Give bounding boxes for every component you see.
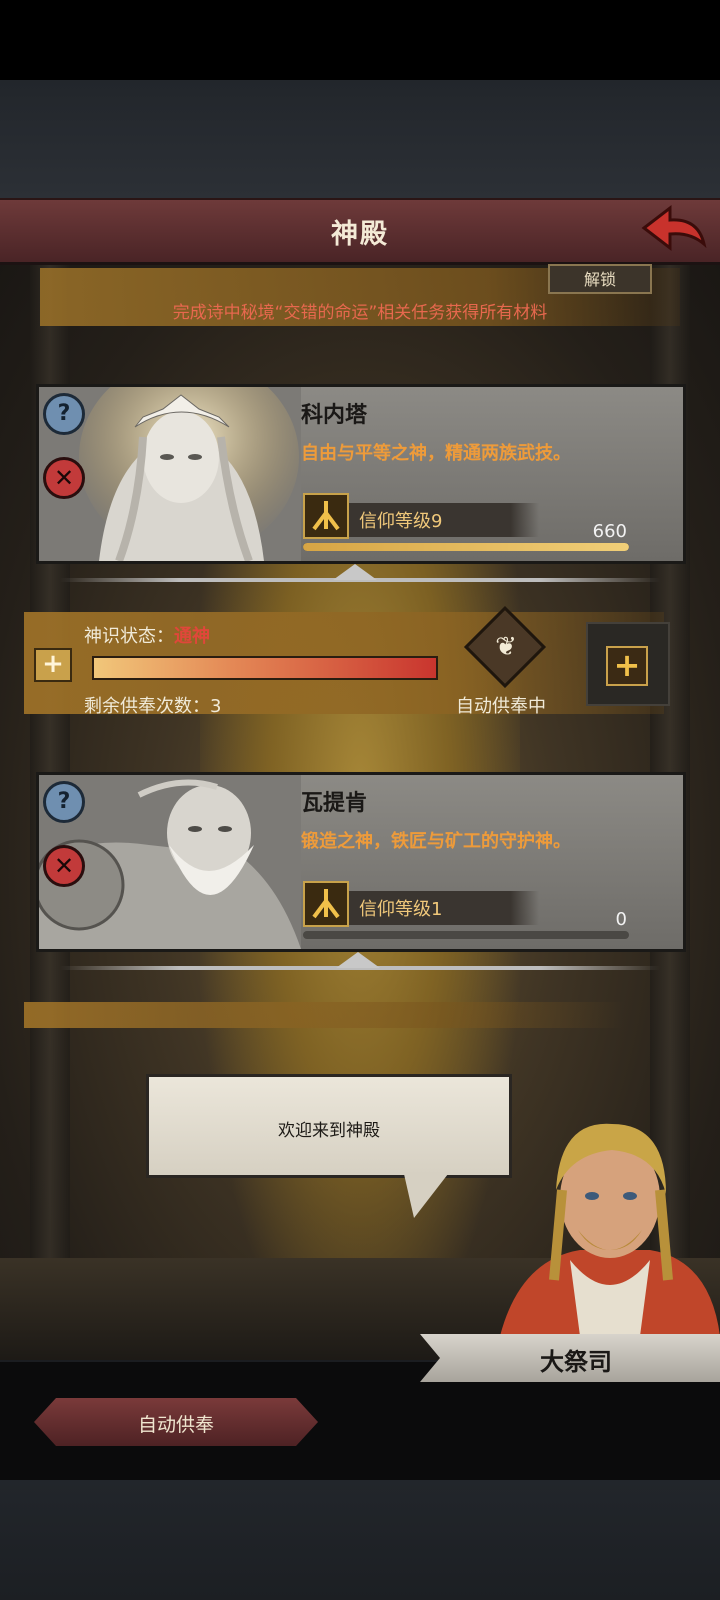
faith-points: 0 (615, 909, 627, 930)
back-arrow-icon (641, 204, 707, 252)
faith-points: 660 (592, 521, 627, 542)
divine-status-fill (94, 658, 436, 678)
divine-status-caption: 神识状态： (84, 626, 174, 647)
speech-bubble-tail (404, 1174, 448, 1218)
faith-progress-track (303, 543, 629, 551)
dialog-text: 欢迎来到神殿 (278, 1121, 380, 1141)
god-description: 自由与平等之神，精通两族武技。 (301, 443, 571, 464)
title-bar: 神殿 (0, 198, 720, 265)
add-offering-button[interactable]: + (606, 646, 648, 686)
close-icon: ✕ (53, 852, 75, 880)
priest-avatar-icon (500, 1123, 720, 1336)
offering-hands-icon: ❦ (495, 632, 517, 662)
speaker-name: 大祭司 (540, 1348, 612, 1376)
god-description: 锻造之神，铁匠与矿工的守护神。 (301, 831, 571, 852)
unlock-button[interactable]: 解锁 (548, 264, 652, 294)
faith-icon (303, 493, 349, 539)
faith-progress-fill (303, 543, 629, 551)
auto-offering-button-label[interactable]: 自动供奉 (34, 1410, 318, 1437)
divine-status-label: 神识状态：通神 (84, 622, 210, 648)
god-help-button[interactable]: ? (43, 781, 85, 823)
lower-backdrop (0, 1480, 720, 1600)
high-priest-portrait (500, 1110, 720, 1336)
auto-offering-status: 自动供奉中 (456, 696, 546, 717)
divine-status-bar (92, 656, 438, 680)
god-card-vatiken[interactable]: ? ✕ 瓦提肯 锻造之神，铁匠与矿工的守护神。 信仰等级1 0 (36, 772, 686, 952)
faith-level-label: 信仰等级9 (359, 511, 443, 532)
remaining-offerings: 剩余供奉次数：3 (84, 696, 222, 717)
collapse-arrow-icon[interactable] (333, 564, 377, 580)
faith-level-label: 信仰等级1 (359, 899, 443, 920)
god-name: 科内塔 (301, 403, 368, 428)
back-button[interactable] (640, 204, 710, 254)
question-icon: ? (57, 401, 71, 426)
god-help-button[interactable]: ? (43, 393, 85, 435)
faith-progress-track (303, 931, 629, 939)
page-title: 神殿 (331, 219, 389, 250)
god-name: 瓦提肯 (301, 791, 368, 816)
god-dismiss-button[interactable]: ✕ (43, 457, 85, 499)
question-icon: ? (57, 789, 71, 814)
upper-backdrop (0, 80, 720, 200)
lower-banner (24, 1002, 624, 1028)
god-card-koneta[interactable]: ? ✕ 科内塔 自由与平等之神，精通两族武技。 信仰等级9 660 (36, 384, 686, 564)
divine-status-value: 通神 (174, 626, 210, 647)
collapse-arrow-icon[interactable] (336, 952, 380, 968)
close-icon: ✕ (53, 464, 75, 492)
quest-description: 完成诗中秘境“交错的命运”相关任务获得所有材料 (172, 303, 548, 323)
status-add-button[interactable]: + (34, 648, 72, 682)
top-status-area (0, 0, 720, 80)
faith-icon (303, 881, 349, 927)
god-dismiss-button[interactable]: ✕ (43, 845, 85, 887)
